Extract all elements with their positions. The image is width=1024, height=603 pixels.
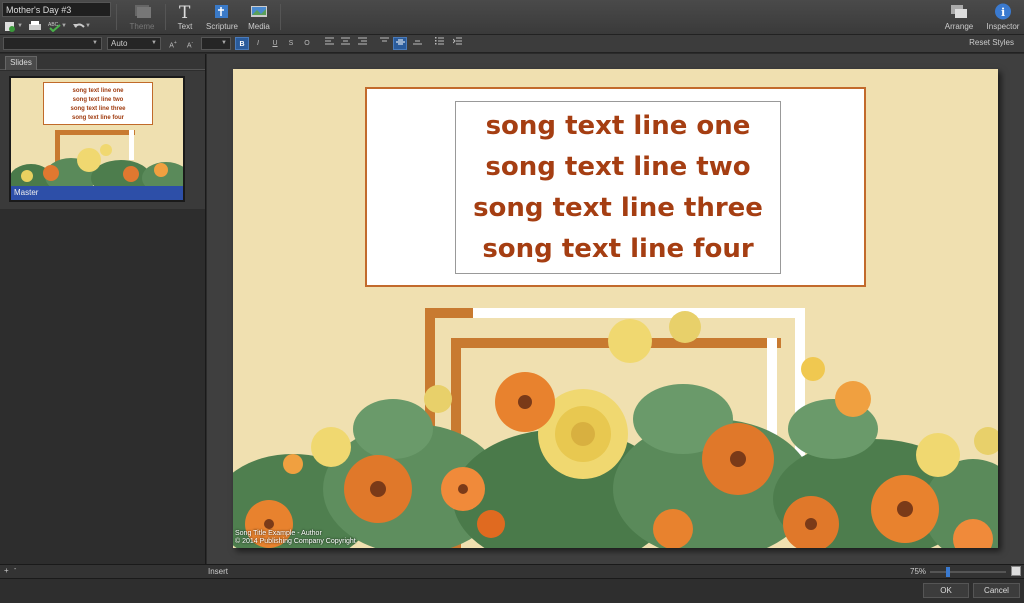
svg-text:T: T xyxy=(179,3,191,20)
outline-button[interactable]: O xyxy=(300,37,314,50)
font-size-select[interactable]: Auto ▼ xyxy=(107,37,161,50)
align-center-button[interactable] xyxy=(338,37,352,50)
printer-icon xyxy=(28,20,41,32)
ok-button[interactable]: OK xyxy=(923,583,969,598)
title-frame[interactable]: song text line one song text line two so… xyxy=(365,87,866,287)
remove-slide-icon[interactable]: - xyxy=(14,566,16,573)
text-color-select[interactable]: ▼ xyxy=(201,37,231,50)
scripture-icon xyxy=(213,3,231,20)
align-top-button[interactable] xyxy=(377,37,391,50)
dialog-buttons-bar: OK Cancel xyxy=(0,578,1024,603)
inspector-button[interactable]: i Inspector xyxy=(986,3,1020,31)
undo-icon xyxy=(72,21,85,32)
media-button[interactable]: Media xyxy=(245,3,273,31)
slide-label: Master xyxy=(11,186,183,200)
chevron-down-icon: ▼ xyxy=(92,40,98,46)
new-slide-icon xyxy=(4,21,16,32)
tab-slides[interactable]: Slides xyxy=(5,56,37,70)
spellcheck-icon: ABC xyxy=(48,21,61,32)
valign-middle-icon xyxy=(395,39,405,45)
lyric-line: song text line three xyxy=(473,193,763,223)
info-icon: i xyxy=(994,3,1012,20)
print-button[interactable] xyxy=(28,19,41,33)
document-title-field[interactable]: Mother's Day #3 xyxy=(2,2,111,17)
toolbar-separator xyxy=(116,4,117,30)
spellcheck-button[interactable]: ABC ▼ xyxy=(48,19,67,33)
text-button[interactable]: T Text xyxy=(174,3,196,31)
increase-font-button[interactable]: A+ xyxy=(166,37,180,50)
chevron-down-icon: ▼ xyxy=(221,40,227,46)
lyric-line: song text line four xyxy=(482,234,754,264)
new-slide-button[interactable]: ▼ xyxy=(4,19,23,33)
indent-button[interactable] xyxy=(450,37,464,50)
lyric-line: song text line two xyxy=(485,152,751,182)
slide-editor[interactable]: song text line one song text line two so… xyxy=(233,69,998,548)
strikethrough-button[interactable]: S xyxy=(284,37,298,50)
align-right-button[interactable] xyxy=(355,37,369,50)
valign-top-icon xyxy=(379,37,389,42)
panel-tab-strip: Slides xyxy=(0,54,205,70)
svg-text:i: i xyxy=(1001,6,1005,19)
arrange-icon xyxy=(950,3,968,20)
undo-button[interactable]: ▼ xyxy=(72,19,91,33)
lyrics-text-box[interactable]: song text line one song text line two so… xyxy=(455,101,781,274)
insert-mode-label: Insert xyxy=(208,567,229,576)
zoom-slider-thumb[interactable] xyxy=(946,567,950,577)
list-button[interactable] xyxy=(432,37,446,50)
fit-to-window-icon[interactable] xyxy=(1011,566,1021,576)
underline-button[interactable]: U xyxy=(268,37,282,50)
zoom-slider[interactable] xyxy=(930,567,1006,577)
valign-bottom-icon xyxy=(412,40,422,45)
status-bar: + - Insert 75% xyxy=(0,564,1024,578)
reset-styles-button[interactable]: Reset Styles xyxy=(969,38,1014,47)
media-icon xyxy=(250,3,268,20)
text-icon: T xyxy=(176,3,194,23)
lyric-line: song text line one xyxy=(485,111,751,141)
copyright-text[interactable]: Song Title Example - Author © 2014 Publi… xyxy=(235,530,356,546)
chevron-down-icon: ▼ xyxy=(151,40,157,46)
add-slide-icon[interactable]: + xyxy=(4,566,9,575)
indent-icon xyxy=(452,37,462,45)
align-bottom-button[interactable] xyxy=(410,37,424,50)
toolbar-separator xyxy=(280,4,281,30)
slide-list: song text line one song text line two so… xyxy=(0,71,205,209)
bold-button[interactable]: B xyxy=(235,37,249,50)
font-family-select[interactable]: ▼ xyxy=(3,37,102,50)
theme-button[interactable]: Theme xyxy=(128,3,156,31)
align-right-icon xyxy=(357,37,367,45)
italic-button[interactable]: I xyxy=(251,37,265,50)
slides-panel: Slides song text line one song text line… xyxy=(0,54,206,564)
align-left-button[interactable] xyxy=(322,37,336,50)
thumbnail-text-box: song text line one song text line two so… xyxy=(43,82,153,125)
toolbar-separator xyxy=(165,4,166,30)
format-bar: ▼ Auto ▼ A+ A- ▼ B I U S O Reset Styles xyxy=(0,35,1024,53)
main-toolbar: Mother's Day #3 ▼ ABC ▼ ▼ Theme T Text S… xyxy=(0,0,1024,35)
decrease-font-button[interactable]: A- xyxy=(183,37,197,50)
scripture-button[interactable]: Scripture xyxy=(205,3,239,31)
app-window: Mother's Day #3 ▼ ABC ▼ ▼ Theme T Text S… xyxy=(0,0,1024,603)
align-center-icon xyxy=(340,37,350,45)
bullet-list-icon xyxy=(434,37,444,45)
arrange-button[interactable]: Arrange xyxy=(942,3,976,31)
align-middle-button[interactable] xyxy=(393,37,407,50)
zoom-label: 75% xyxy=(910,567,927,576)
cancel-button[interactable]: Cancel xyxy=(973,583,1020,598)
slide-thumbnail[interactable]: song text line one song text line two so… xyxy=(9,76,185,202)
align-left-icon xyxy=(324,37,334,45)
slide-canvas: song text line one song text line two so… xyxy=(207,54,1024,564)
theme-icon xyxy=(133,3,151,20)
